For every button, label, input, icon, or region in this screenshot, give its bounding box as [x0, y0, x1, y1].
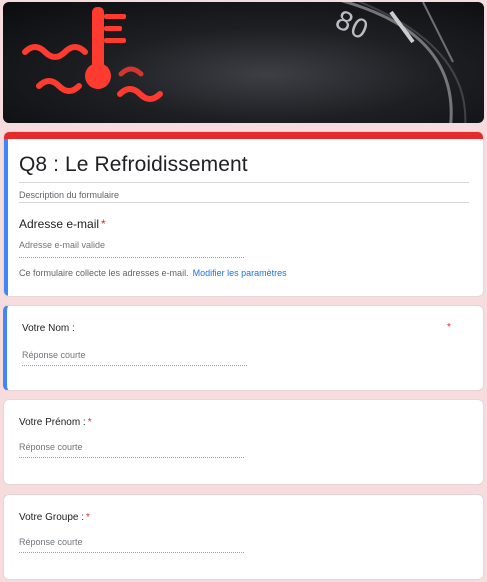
- description-underline: [19, 202, 469, 203]
- question-label-groupe: Votre Groupe : *: [19, 512, 90, 523]
- header-image[interactable]: 80: [3, 2, 484, 123]
- theme-accent-bar: [4, 132, 483, 139]
- title-underline: [19, 182, 469, 183]
- form-description-field[interactable]: Description du formulaire: [19, 190, 119, 200]
- form-title[interactable]: Q8 : Le Refroidissement: [19, 153, 248, 177]
- email-input[interactable]: Adresse e-mail valide: [19, 240, 244, 258]
- required-asterisk: *: [447, 322, 451, 333]
- question-label-nom: Votre Nom :: [22, 323, 75, 334]
- required-asterisk: *: [101, 217, 106, 231]
- question-card-groupe[interactable]: Votre Groupe : * Réponse courte: [3, 494, 484, 580]
- title-card[interactable]: Q8 : Le Refroidissement Description du f…: [3, 131, 484, 297]
- short-answer-input-groupe[interactable]: Réponse courte: [19, 537, 244, 553]
- email-question-label: Adresse e-mail *: [19, 217, 106, 231]
- active-indicator-bar: [4, 139, 8, 296]
- email-collection-text: Ce formulaire collecte les adresses e-ma…: [19, 268, 189, 278]
- email-label-text: Adresse e-mail: [19, 217, 100, 231]
- question-card-nom[interactable]: Votre Nom : * Réponse courte: [3, 305, 484, 391]
- question-label-prenom-text: Votre Prénom :: [19, 417, 86, 428]
- question-label-prenom: Votre Prénom : *: [19, 417, 92, 428]
- form-editor: 80 Q8 : Le Refroidissement Description d…: [0, 0, 487, 582]
- question-label-groupe-text: Votre Groupe :: [19, 512, 85, 523]
- modify-settings-link[interactable]: Modifier les paramètres: [193, 268, 287, 278]
- question-card-prenom[interactable]: Votre Prénom : * Réponse courte: [3, 399, 484, 485]
- required-asterisk: *: [87, 417, 92, 428]
- svg-text:80: 80: [330, 5, 373, 46]
- short-answer-input-nom[interactable]: Réponse courte: [22, 350, 247, 366]
- coolant-warning-light-illustration: 80: [22, 2, 467, 123]
- required-asterisk: *: [86, 512, 90, 523]
- short-answer-input-prenom[interactable]: Réponse courte: [19, 442, 244, 458]
- email-collection-note: Ce formulaire collecte les adresses e-ma…: [19, 268, 287, 278]
